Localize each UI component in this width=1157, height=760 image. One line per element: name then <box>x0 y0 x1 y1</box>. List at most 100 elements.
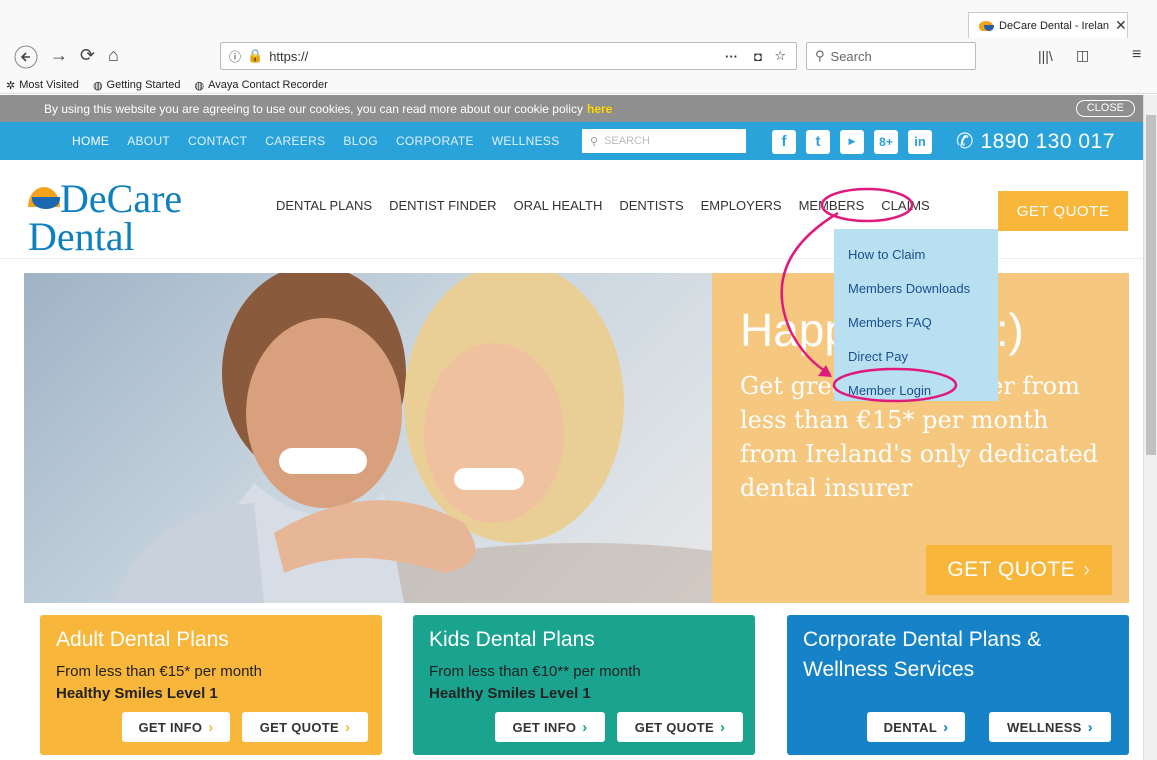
library-icon[interactable]: |||\ <box>1038 48 1053 64</box>
card-kids-plans[interactable]: Kids Dental Plans From less than €10** p… <box>413 615 755 755</box>
card-line1: From less than €10** per month <box>429 663 641 680</box>
dropdown-members-downloads[interactable]: Members Downloads <box>834 271 998 305</box>
card-title: Kids Dental Plans <box>429 628 595 651</box>
hero-photo <box>24 273 844 603</box>
dropdown-direct-pay[interactable]: Direct Pay <box>834 339 998 373</box>
logo-drop-icon <box>32 197 60 209</box>
nav-dentists[interactable]: DENTISTS <box>619 198 683 213</box>
members-dropdown: How to Claim Members Downloads Members F… <box>834 229 998 401</box>
close-tab-icon[interactable]: ✕ <box>1115 17 1127 34</box>
corporate-wellness-button[interactable]: WELLNESS › <box>989 712 1111 742</box>
bookmark-getting-started[interactable]: ◍ Getting Started <box>93 79 181 92</box>
topnav-corporate[interactable]: CORPORATE <box>396 134 474 148</box>
topnav-wellness[interactable]: WELLNESS <box>492 134 560 148</box>
button-label: GET QUOTE <box>259 719 339 735</box>
twitter-icon[interactable]: t <box>806 129 830 154</box>
facebook-icon[interactable]: f <box>772 129 796 154</box>
pocket-icon[interactable]: ◘ <box>754 49 762 64</box>
topnav-home[interactable]: HOME <box>72 134 109 148</box>
get-quote-button[interactable]: GET QUOTE <box>998 191 1128 231</box>
adult-get-quote-button[interactable]: GET QUOTE › <box>242 712 368 742</box>
topnav-about[interactable]: ABOUT <box>127 134 170 148</box>
forward-icon[interactable]: → <box>50 45 68 66</box>
info-icon[interactable]: ⓘ <box>229 48 241 65</box>
card-corporate-plans[interactable]: Corporate Dental Plans & Wellness Servic… <box>787 615 1129 755</box>
topnav-careers[interactable]: CAREERS <box>265 134 325 148</box>
dropdown-member-login[interactable]: Member Login <box>834 373 998 407</box>
cookie-text: By using this website you are agreeing t… <box>44 101 583 116</box>
url-bar[interactable]: ⓘ 🔒 https:// ··· ◘ ☆ <box>220 42 797 70</box>
site-search-input[interactable]: ⚲ SEARCH <box>582 129 746 153</box>
chevron-right-icon: › <box>1083 558 1091 581</box>
youtube-icon[interactable]: ▶ <box>840 129 864 154</box>
chevron-right-icon: › <box>344 718 351 736</box>
cookie-close-button[interactable]: CLOSE <box>1075 100 1135 117</box>
site-search-placeholder: SEARCH <box>604 135 650 147</box>
button-label: WELLNESS <box>1007 719 1082 735</box>
sidebar-icon[interactable]: ◫ <box>1076 47 1089 64</box>
page-scrollbar[interactable] <box>1143 95 1157 760</box>
chevron-right-icon: › <box>1087 718 1093 736</box>
topnav-contact[interactable]: CONTACT <box>188 134 247 148</box>
nav-employers[interactable]: EMPLOYERS <box>701 198 782 213</box>
chevron-right-icon: › <box>719 718 726 736</box>
top-nav: HOME ABOUT CONTACT CAREERS BLOG CORPORAT… <box>0 122 1143 160</box>
card-line2: Healthy Smiles Level 1 <box>429 685 591 702</box>
bookmark-star-icon[interactable]: ☆ <box>774 48 786 64</box>
bookmark-most-visited[interactable]: ✲ Most Visited <box>6 79 79 92</box>
button-label: GET INFO <box>512 719 577 735</box>
kids-get-quote-button[interactable]: GET QUOTE › <box>617 712 743 742</box>
url-text: https:// <box>269 48 309 64</box>
nav-oral-health[interactable]: ORAL HEALTH <box>513 198 602 213</box>
card-title: Corporate Dental Plans & Wellness Servic… <box>803 628 1042 681</box>
scrollbar-thumb[interactable] <box>1146 115 1156 455</box>
button-label: DENTAL <box>883 719 938 735</box>
chevron-right-icon: › <box>582 718 588 736</box>
browser-toolbar: → ⟳ ⌂ ⓘ 🔒 https:// ··· ◘ ☆ ⚲ Search |||\… <box>0 38 1157 76</box>
reload-icon[interactable]: ⟳ <box>80 45 95 66</box>
adult-get-info-button[interactable]: GET INFO › <box>122 712 230 742</box>
card-subtitle: From less than €15* per month Healthy Sm… <box>56 661 262 705</box>
chevron-right-icon: › <box>208 718 214 736</box>
browser-search-input[interactable]: ⚲ Search <box>806 42 976 70</box>
browser-search-placeholder: Search <box>830 48 872 64</box>
nav-dental-plans[interactable]: DENTAL PLANS <box>276 198 372 213</box>
google-plus-icon[interactable]: 8+ <box>874 129 898 154</box>
nav-dentist-finder[interactable]: DENTIST FINDER <box>389 198 496 213</box>
card-line2: Healthy Smiles Level 1 <box>56 685 218 702</box>
nav-claims[interactable]: CLAIMS <box>881 198 929 213</box>
globe-icon: ◍ <box>194 79 205 92</box>
tab-title: DeCare Dental - Ireland <box>999 19 1109 32</box>
button-label: GET INFO <box>138 719 203 735</box>
hero-cta-label: GET QUOTE <box>947 558 1076 581</box>
cookie-policy-link[interactable]: here <box>587 102 612 116</box>
search-icon: ⚲ <box>815 48 825 63</box>
linkedin-icon[interactable]: in <box>908 129 932 154</box>
bookmarks-bar: ✲ Most Visited ◍ Getting Started ◍ Avaya Co… <box>0 76 328 94</box>
logo-line2: Dental <box>28 214 135 259</box>
hero-get-quote-button[interactable]: GET QUOTE › <box>926 545 1112 595</box>
back-icon[interactable] <box>14 45 38 74</box>
home-icon[interactable]: ⌂ <box>108 45 119 66</box>
dropdown-how-to-claim[interactable]: How to Claim <box>834 237 998 271</box>
card-adult-plans[interactable]: Adult Dental Plans From less than €15* p… <box>40 615 382 755</box>
more-icon[interactable]: ··· <box>725 49 738 64</box>
chevron-right-icon: › <box>943 718 949 736</box>
lock-icon: 🔒 <box>247 48 264 63</box>
card-subtitle: From less than €10** per month Healthy S… <box>429 661 641 705</box>
phone-text: 1890 130 017 <box>980 130 1115 153</box>
menu-icon[interactable]: ≡ <box>1132 46 1141 64</box>
bookmark-label: Getting Started <box>106 79 181 91</box>
corporate-dental-button[interactable]: DENTAL › <box>867 712 965 742</box>
dropdown-members-faq[interactable]: Members FAQ <box>834 305 998 339</box>
kids-get-info-button[interactable]: GET INFO › <box>495 712 605 742</box>
topnav-blog[interactable]: BLOG <box>343 134 378 148</box>
bookmark-label: Most Visited <box>19 79 79 91</box>
phone-number[interactable]: ✆ 1890 130 017 <box>956 129 1115 154</box>
bookmark-label: Avaya Contact Recorder <box>208 79 328 91</box>
nav-members[interactable]: MEMBERS <box>799 198 865 213</box>
browser-tab[interactable]: DeCare Dental - Ireland ✕ <box>968 12 1128 38</box>
site-logo[interactable]: DeCare Dental <box>28 175 258 259</box>
bookmark-avaya[interactable]: ◍ Avaya Contact Recorder <box>195 79 328 92</box>
phone-icon: ✆ <box>956 130 981 153</box>
